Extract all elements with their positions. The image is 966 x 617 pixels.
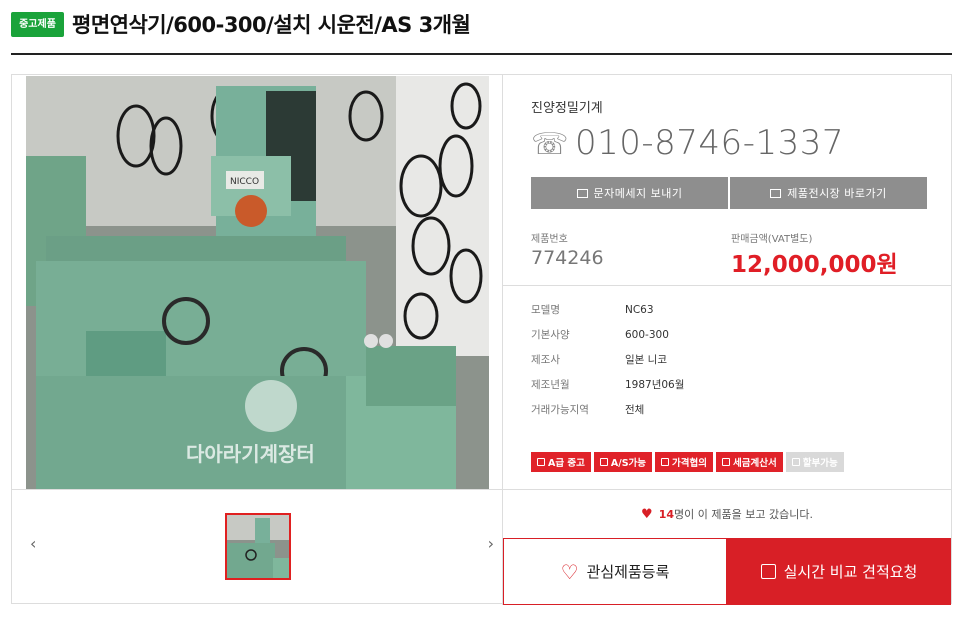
seller-actions: 문자메세지 보내기 제품전시장 바로가기 (531, 177, 927, 209)
spec-row: 모델명 NC63 (531, 303, 654, 317)
used-product-badge: 중고제품 (11, 12, 64, 37)
page-header: 중고제품 평면연삭기/600-300/설치 시운전/AS 3개월 (11, 0, 952, 55)
thumbnail-1[interactable] (225, 513, 291, 580)
product-number-label: 제품번호 (531, 234, 568, 245)
spec-row: 거래가능지역 전체 (531, 404, 645, 416)
card-icon (791, 458, 800, 466)
send-sms-button[interactable]: 문자메세지 보내기 (531, 177, 728, 209)
edit-icon (760, 564, 776, 579)
watermark-text: 다아라기계장터 (186, 442, 315, 466)
add-wishlist-button[interactable]: ♡ 관심제품등록 (503, 538, 727, 605)
page-title: 평면연삭기/600-300/설치 시운전/AS 3개월 (72, 13, 471, 37)
product-main-photo[interactable]: NICCO 다아라기계장터 (26, 76, 489, 489)
external-link-icon (770, 188, 782, 198)
machine-illustration: NICCO 다아라기계장터 (26, 76, 489, 489)
envelope-icon (576, 188, 588, 198)
feature-tags: A급 중고 A/S가능 가격협의 세금계산서 할부가능 (531, 452, 844, 472)
price-label: 판매금액(VAT별도) (731, 234, 813, 245)
phone-number: 010-8746-1337 (575, 123, 844, 163)
product-number: 774246 (531, 247, 604, 269)
tag-price-negotiable: 가격협의 (655, 452, 714, 472)
heart-outline-icon: ♡ (560, 559, 579, 584)
wrench-icon (599, 458, 608, 466)
spec-list: 모델명 NC63 기본사양 600-300 제조사 일본 니코 제조년월 1987년06… (531, 297, 831, 422)
chevron-right-icon[interactable]: › (488, 534, 494, 553)
showroom-button[interactable]: 제품전시장 바로가기 (730, 177, 927, 209)
product-info-panel: 진양정밀기계 ☏ 010-8746-1337 문자메세지 보내기 제품전시장 바로… (503, 75, 951, 605)
thumbnail-strip: ‹ › (12, 489, 502, 605)
invoice-icon (722, 458, 731, 466)
spec-row: 제조년월 1987년06월 (531, 379, 685, 391)
tag-grade-a: A급 중고 (531, 452, 591, 472)
heart-icon: ♥ (641, 507, 653, 522)
product-card: NICCO 다아라기계장터 ‹ › 진양정밀기계 ☏ 010-8746-1337… (11, 74, 952, 605)
view-count-notice: ♥ 14명이 이 제품을 보고 갔습니다. (503, 489, 951, 538)
phone-icon: ☏ (531, 127, 570, 162)
spec-row: 제조사 일본 니코 (531, 354, 667, 366)
price-value: 12,000,000원 (731, 252, 898, 278)
chevron-left-icon[interactable]: ‹ (30, 534, 36, 553)
divider (503, 285, 951, 286)
request-quote-button[interactable]: 실시간 비교 견적요청 (727, 538, 951, 605)
view-count: 14 (658, 508, 675, 521)
machine-nameplate-text: NICCO (230, 177, 259, 187)
seller-name: 진양정밀기계 (531, 101, 603, 116)
spec-row: 기본사양 600-300 (531, 328, 669, 342)
badge-icon (537, 458, 545, 466)
handshake-icon (661, 458, 670, 466)
tag-tax-invoice: 세금계산서 (716, 452, 783, 472)
cta-buttons: ♡ 관심제품등록 실시간 비교 견적요청 (503, 538, 951, 605)
product-gallery: NICCO 다아라기계장터 ‹ › (12, 75, 503, 605)
tag-as-available: A/S가능 (593, 452, 653, 472)
tag-installment: 할부가능 (785, 452, 844, 472)
view-count-text: 명이 이 제품을 보고 갔습니다. (674, 508, 813, 521)
seller-phone[interactable]: ☏ 010-8746-1337 (531, 123, 844, 163)
